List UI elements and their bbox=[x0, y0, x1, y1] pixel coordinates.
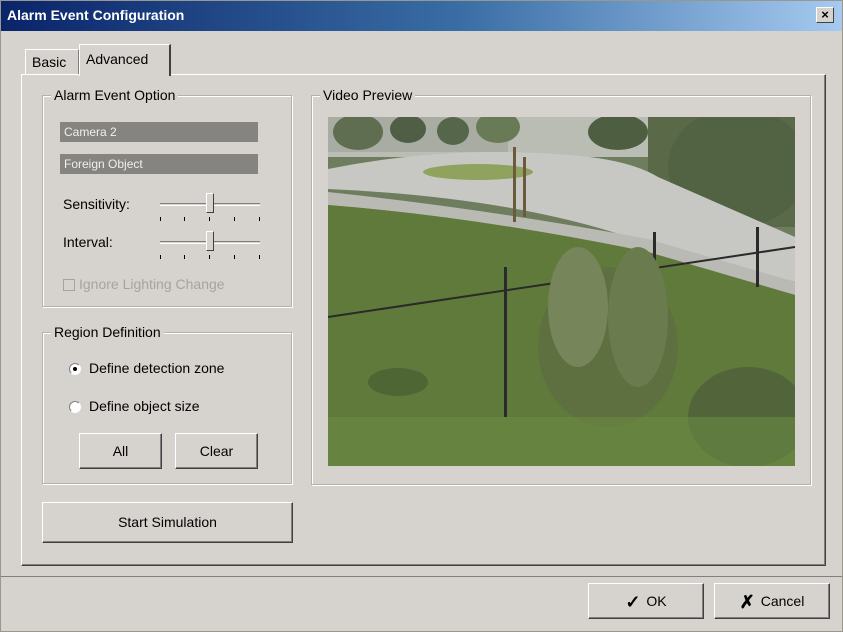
clear-button[interactable]: Clear bbox=[175, 433, 258, 469]
dialog-window: Alarm Event Configuration × Basic Advanc… bbox=[0, 0, 843, 632]
sensitivity-label: Sensitivity: bbox=[63, 196, 130, 212]
define-object-size-label: Define object size bbox=[89, 398, 200, 414]
slider-tick bbox=[259, 217, 260, 221]
slider-tick bbox=[184, 217, 185, 221]
start-simulation-button[interactable]: Start Simulation bbox=[42, 502, 293, 543]
title-bar[interactable]: Alarm Event Configuration × bbox=[1, 1, 842, 31]
radio-indicator bbox=[69, 363, 81, 376]
slider-tick bbox=[209, 217, 210, 221]
cancel-button[interactable]: ✗ Cancel bbox=[714, 583, 830, 619]
window-title: Alarm Event Configuration bbox=[7, 7, 185, 23]
video-preview-image bbox=[328, 117, 795, 466]
video-scene bbox=[328, 117, 795, 466]
interval-slider[interactable] bbox=[160, 231, 260, 261]
define-object-size-radio[interactable]: Define object size bbox=[69, 398, 200, 414]
slider-tick bbox=[259, 255, 260, 259]
alarm-event-option-label: Alarm Event Option bbox=[51, 87, 179, 103]
tab-advanced[interactable]: Advanced bbox=[79, 44, 171, 76]
region-definition-label: Region Definition bbox=[51, 324, 164, 340]
ignore-lighting-label: Ignore Lighting Change bbox=[79, 276, 225, 292]
sensitivity-slider-thumb[interactable] bbox=[206, 193, 214, 213]
cross-icon: ✗ bbox=[739, 592, 755, 613]
ok-button[interactable]: ✓ OK bbox=[588, 583, 704, 619]
interval-label: Interval: bbox=[63, 234, 113, 250]
define-detection-zone-label: Define detection zone bbox=[89, 360, 225, 376]
slider-tick bbox=[209, 255, 210, 259]
radio-indicator bbox=[69, 401, 81, 414]
ok-label: OK bbox=[646, 593, 667, 609]
event-type-field: Foreign Object bbox=[60, 154, 258, 174]
close-button[interactable]: × bbox=[816, 7, 834, 23]
ignore-lighting-checkbox[interactable]: Ignore Lighting Change bbox=[63, 276, 225, 292]
cancel-label: Cancel bbox=[760, 593, 805, 609]
sensitivity-slider[interactable] bbox=[160, 193, 260, 223]
slider-tick bbox=[234, 255, 235, 259]
checkmark-icon: ✓ bbox=[625, 592, 641, 613]
tab-basic[interactable]: Basic bbox=[25, 49, 79, 75]
video-preview-label: Video Preview bbox=[320, 87, 416, 103]
interval-slider-thumb[interactable] bbox=[206, 231, 214, 251]
slider-tick bbox=[184, 255, 185, 259]
camera-field: Camera 2 bbox=[60, 122, 258, 142]
checkbox-box bbox=[63, 279, 75, 292]
slider-tick bbox=[160, 255, 161, 259]
footer-divider bbox=[1, 576, 842, 577]
all-button[interactable]: All bbox=[79, 433, 162, 469]
slider-tick bbox=[234, 217, 235, 221]
slider-tick bbox=[160, 217, 161, 221]
define-detection-zone-radio[interactable]: Define detection zone bbox=[69, 360, 224, 376]
